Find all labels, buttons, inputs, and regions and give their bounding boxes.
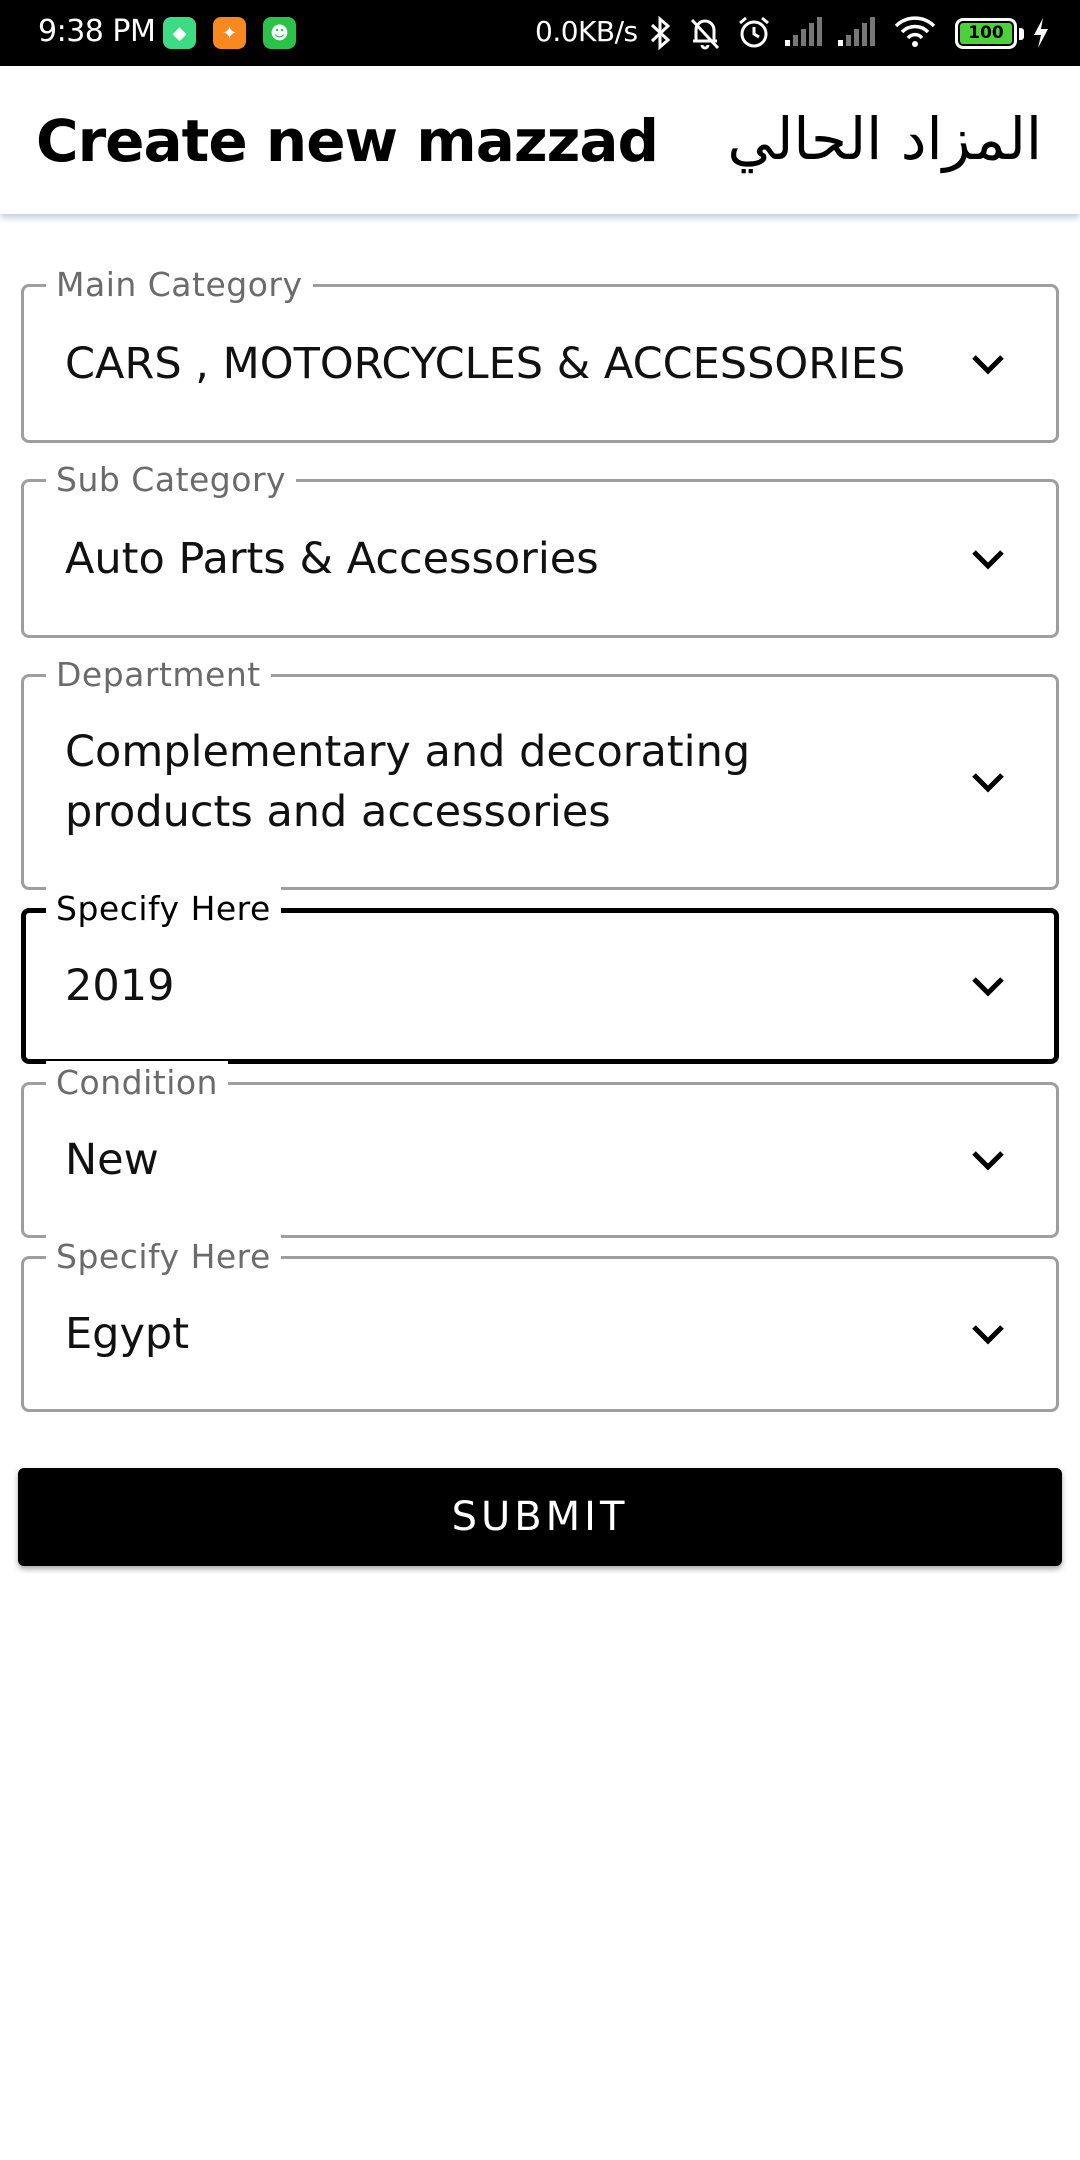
battery-tip	[1019, 28, 1024, 40]
robot-app-icon: ☻	[263, 17, 296, 49]
app-header: Create new mazzad المزاد الحالي	[0, 66, 1080, 214]
silent-bell-icon	[688, 14, 722, 52]
wifi-icon	[893, 14, 937, 52]
condition-dropdown[interactable]: Condition New	[21, 1061, 1059, 1238]
battery-icon: 100	[955, 18, 1017, 49]
field-value: Complementary and decorating products an…	[65, 727, 751, 837]
charging-icon	[1030, 14, 1052, 52]
sub-category-dropdown[interactable]: Sub Category Auto Parts & Accessories	[21, 458, 1059, 638]
main-category-dropdown[interactable]: Main Category CARS , MOTORCYCLES & ACCES…	[21, 263, 1059, 443]
country-dropdown[interactable]: Specify Here Egypt	[21, 1235, 1059, 1412]
battery-level: 100	[960, 23, 1012, 44]
chevron-down-icon	[972, 977, 1004, 997]
field-value: CARS , MOTORCYCLES & ACCESSORIES	[65, 338, 906, 389]
status-time: 9:38 PM	[38, 14, 156, 49]
department-dropdown[interactable]: Department Complementary and decorating …	[21, 653, 1059, 890]
android-app-icon: ◆	[163, 17, 196, 49]
page-title: Create new mazzad	[36, 107, 659, 175]
specify-year-dropdown[interactable]: Specify Here 2019	[21, 887, 1059, 1064]
field-value: Egypt	[65, 1309, 190, 1359]
signal-icon-2	[836, 14, 876, 52]
chevron-down-icon	[972, 1151, 1004, 1171]
field-value: Auto Parts & Accessories	[65, 533, 599, 584]
status-bar: 9:38 PM ◆ ✦ ☻ 0.0KB/s 100	[0, 0, 1080, 66]
field-value: New	[65, 1135, 159, 1185]
bluetooth-icon	[648, 14, 674, 52]
cleaner-app-icon: ✦	[213, 17, 246, 49]
chevron-down-icon	[972, 549, 1004, 570]
alarm-icon	[736, 14, 772, 52]
chevron-down-icon	[972, 354, 1004, 375]
field-value: 2019	[65, 961, 175, 1011]
chevron-down-icon	[972, 1325, 1004, 1345]
submit-button[interactable]: SUBMIT	[18, 1468, 1062, 1566]
chevron-down-icon	[972, 773, 1004, 793]
current-auction-link[interactable]: المزاد الحالي	[727, 102, 1042, 176]
network-speed: 0.0KB/s	[535, 15, 638, 48]
signal-icon	[783, 14, 823, 52]
